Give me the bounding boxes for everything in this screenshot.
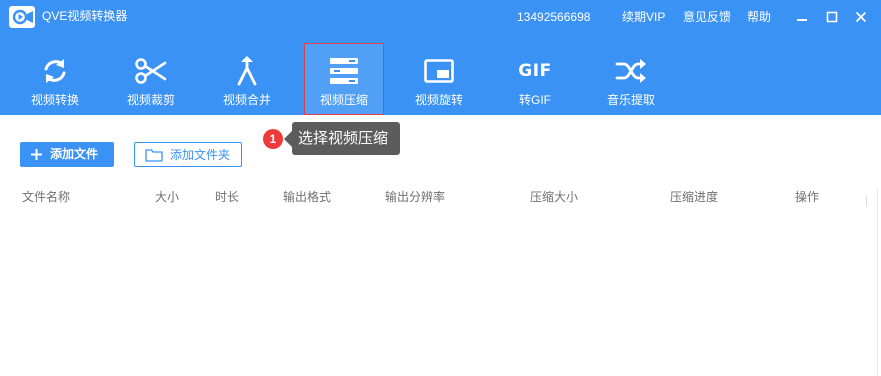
tab-video-compress[interactable]: 视频压缩 bbox=[304, 43, 384, 115]
scissors-icon bbox=[131, 55, 171, 87]
merge-icon bbox=[227, 55, 267, 87]
add-folder-button[interactable]: 添加文件夹 bbox=[134, 142, 242, 167]
tab-to-gif[interactable]: GIF 转GIF bbox=[495, 43, 575, 115]
minimize-button[interactable] bbox=[793, 8, 811, 26]
tab-label: 音乐提取 bbox=[606, 93, 655, 107]
feedback-link[interactable]: 意见反馈 bbox=[683, 10, 731, 24]
tab-label: 转GIF bbox=[519, 93, 551, 107]
add-file-button[interactable]: 添加文件 bbox=[20, 142, 114, 167]
column-header-output-resolution[interactable]: 输出分辨率 bbox=[385, 190, 445, 204]
tab-label: 视频旋转 bbox=[414, 93, 463, 107]
add-folder-label: 添加文件夹 bbox=[170, 148, 231, 162]
tab-label: 视频合并 bbox=[222, 93, 271, 107]
gif-icon: GIF bbox=[518, 61, 552, 81]
column-separator bbox=[866, 196, 867, 206]
tab-video-rotate[interactable]: 视频旋转 bbox=[399, 43, 479, 115]
tab-video-merge[interactable]: 视频合并 bbox=[207, 43, 287, 115]
app-header: QVE视频转换器 13492566698 续期VIP 意见反馈 帮助 视频转换 bbox=[0, 0, 881, 115]
tab-label: 视频转换 bbox=[30, 93, 79, 107]
tab-label: 视频裁剪 bbox=[126, 93, 175, 107]
convert-icon bbox=[35, 55, 75, 87]
rotate-icon bbox=[419, 55, 459, 87]
compress-icon bbox=[324, 55, 364, 87]
step-badge: 1 bbox=[263, 129, 283, 149]
tooltip-arrow bbox=[284, 131, 292, 147]
tab-music-extract[interactable]: 音乐提取 bbox=[591, 43, 671, 115]
tab-video-crop[interactable]: 视频裁剪 bbox=[111, 43, 191, 115]
close-button[interactable] bbox=[852, 8, 870, 26]
column-header-actions[interactable]: 操作 bbox=[795, 190, 819, 204]
add-file-label: 添加文件 bbox=[50, 147, 99, 161]
app-logo-icon bbox=[9, 6, 35, 28]
column-header-file-name[interactable]: 文件名称 bbox=[22, 190, 70, 204]
tab-video-convert[interactable]: 视频转换 bbox=[15, 43, 95, 115]
column-header-compressed-size[interactable]: 压缩大小 bbox=[530, 190, 578, 204]
scrollbar-track[interactable] bbox=[877, 190, 878, 376]
title-bar: QVE视频转换器 13492566698 续期VIP 意见反馈 帮助 bbox=[0, 0, 881, 36]
shuffle-icon bbox=[611, 55, 651, 87]
plus-icon bbox=[31, 149, 42, 160]
guide-tooltip: 选择视频压缩 bbox=[292, 122, 400, 155]
account-phone[interactable]: 13492566698 bbox=[517, 10, 590, 24]
tab-label: 视频压缩 bbox=[319, 93, 368, 107]
renew-vip-link[interactable]: 续期VIP bbox=[622, 10, 665, 24]
app-title: QVE视频转换器 bbox=[42, 9, 128, 23]
maximize-button[interactable] bbox=[823, 8, 841, 26]
column-header-size[interactable]: 大小 bbox=[155, 190, 179, 204]
column-header-output-format[interactable]: 输出格式 bbox=[283, 190, 331, 204]
column-header-compress-progress[interactable]: 压缩进度 bbox=[670, 190, 718, 204]
help-link[interactable]: 帮助 bbox=[747, 10, 771, 24]
folder-icon bbox=[145, 149, 163, 162]
column-header-duration[interactable]: 时长 bbox=[215, 190, 239, 204]
